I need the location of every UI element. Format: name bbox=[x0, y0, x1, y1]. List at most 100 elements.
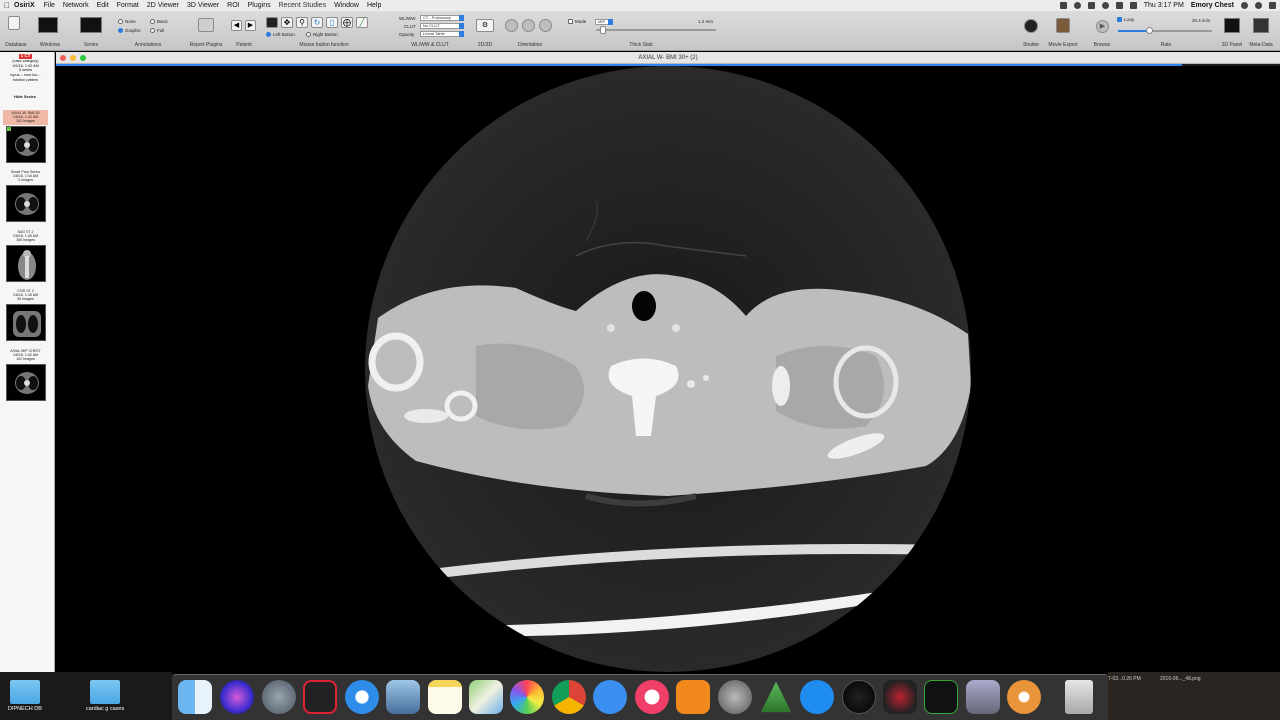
maps-icon[interactable] bbox=[469, 680, 503, 714]
meta-data-icon[interactable] bbox=[1253, 18, 1269, 33]
gear-icon[interactable]: ⚙ bbox=[476, 19, 494, 32]
annotation-full-radio[interactable]: Full bbox=[150, 28, 164, 34]
siri-icon[interactable] bbox=[220, 680, 254, 714]
trash-icon[interactable] bbox=[1065, 680, 1093, 714]
notes-icon[interactable] bbox=[428, 680, 462, 714]
series-item-axial[interactable]: AXIAL W- BMI 30 1/6/16, 1:42 AM 202 Imag… bbox=[3, 110, 48, 163]
move-tool-icon[interactable]: ✥ bbox=[281, 17, 293, 28]
minimize-window-icon[interactable] bbox=[70, 55, 76, 61]
desktop-folder-cardiac[interactable]: cardiac g cases bbox=[86, 680, 124, 712]
loop-checkbox[interactable]: Loop bbox=[1117, 17, 1134, 23]
clut-select[interactable]: No CLUT bbox=[420, 23, 464, 29]
apple-menu-icon[interactable]:  bbox=[0, 1, 14, 10]
menu-help[interactable]: Help bbox=[367, 2, 381, 9]
bluetooth-icon[interactable] bbox=[1087, 2, 1095, 9]
preview-icon[interactable] bbox=[386, 680, 420, 714]
image-capture-icon[interactable] bbox=[966, 680, 1000, 714]
menu-edit[interactable]: Edit bbox=[97, 2, 109, 9]
menu-3d-viewer[interactable]: 3D Viewer bbox=[187, 2, 219, 9]
desktop-folder-dipnech[interactable]: DIPNECH DB bbox=[8, 680, 42, 712]
finder-icon[interactable] bbox=[178, 680, 212, 714]
flower-app-icon[interactable] bbox=[1007, 680, 1041, 714]
app-store-icon[interactable] bbox=[800, 680, 834, 714]
menu-2d-viewer[interactable]: 2D Viewer bbox=[147, 2, 179, 9]
coronal-orientation-icon[interactable] bbox=[522, 19, 535, 32]
mode-checkbox-icon[interactable] bbox=[568, 19, 573, 25]
left-button-radio[interactable]: Left Button bbox=[266, 32, 295, 38]
battery-icon[interactable] bbox=[1129, 2, 1137, 9]
launchpad-icon[interactable] bbox=[262, 680, 296, 714]
menu-recent-studies[interactable]: Recent Studies bbox=[279, 2, 326, 9]
annotation-graphic-radio[interactable]: Graphic bbox=[118, 28, 141, 34]
sagittal-orientation-icon[interactable] bbox=[539, 19, 552, 32]
menu-roi[interactable]: ROI bbox=[227, 2, 239, 9]
series-item-sag[interactable]: SAG ST 2 1/6/16, 1:45 AM 165 Images bbox=[3, 229, 48, 282]
ct-axial-image[interactable] bbox=[56, 66, 1280, 672]
report-plugins-icon[interactable] bbox=[198, 18, 214, 32]
rate-slider[interactable] bbox=[1118, 27, 1212, 34]
rate-slider-knob[interactable] bbox=[1146, 27, 1153, 34]
axial-orientation-icon[interactable] bbox=[505, 19, 518, 32]
chrome-icon[interactable] bbox=[552, 680, 586, 714]
opacity-select[interactable]: Linear Table bbox=[420, 31, 464, 37]
thick-slab-slider[interactable] bbox=[596, 26, 716, 34]
time-machine-icon[interactable] bbox=[1073, 2, 1081, 9]
spotlight-icon[interactable] bbox=[1241, 2, 1248, 9]
right-button-radio[interactable]: Right Button bbox=[306, 32, 338, 38]
menu-app-name[interactable]: OsiriX bbox=[14, 2, 35, 9]
database-icon[interactable] bbox=[8, 16, 20, 30]
system-preferences-icon[interactable] bbox=[718, 680, 752, 714]
series-icon[interactable] bbox=[80, 17, 102, 33]
play-icon[interactable]: ▶ bbox=[1096, 20, 1109, 33]
siri-menu-icon[interactable] bbox=[1255, 2, 1262, 9]
menu-network[interactable]: Network bbox=[63, 2, 89, 9]
wifi-icon[interactable] bbox=[1101, 2, 1109, 9]
photos-icon[interactable] bbox=[510, 680, 544, 714]
mode-select[interactable]: MIP bbox=[595, 19, 613, 25]
3d-panel-icon[interactable] bbox=[1224, 18, 1240, 33]
desktop-file-screenshot[interactable]: 7-03...0.26 PM bbox=[1108, 676, 1141, 682]
thick-slab-slider-knob[interactable] bbox=[600, 26, 606, 34]
zoom-window-icon[interactable] bbox=[80, 55, 86, 61]
safari-icon[interactable] bbox=[345, 680, 379, 714]
prev-patient-icon[interactable]: ◀ bbox=[231, 20, 242, 31]
osirix-icon[interactable] bbox=[883, 680, 917, 714]
series-item-smart-prep[interactable]: Smart Prep Series 1/6/16, 1:44 AM 2 Imag… bbox=[3, 169, 48, 222]
annotation-none-radio[interactable]: None bbox=[118, 19, 136, 25]
volume-icon[interactable] bbox=[1115, 2, 1123, 9]
itunes-icon[interactable] bbox=[635, 680, 669, 714]
notification-center-icon[interactable] bbox=[1269, 2, 1276, 9]
menu-plugins[interactable]: Plugins bbox=[248, 2, 271, 9]
shutter-icon[interactable] bbox=[1024, 19, 1038, 33]
menu-window[interactable]: Window bbox=[334, 2, 359, 9]
photo-booth-icon[interactable] bbox=[303, 680, 337, 714]
ibooks-icon[interactable] bbox=[676, 680, 710, 714]
hide-series-button[interactable]: Hide Series bbox=[0, 94, 50, 99]
image-viewer[interactable]: AXIAL W- BMI 30+ (2) bbox=[56, 52, 1280, 672]
activity-monitor-icon[interactable] bbox=[924, 680, 958, 714]
menu-clock[interactable]: Thu 3:17 PM bbox=[1144, 2, 1184, 9]
menu-format[interactable]: Format bbox=[117, 2, 139, 9]
movie-export-icon[interactable] bbox=[1056, 18, 1070, 33]
series-item-cor[interactable]: COR ST 2 1/6/16, 1:45 AM 95 Images bbox=[3, 288, 48, 341]
zoom-tool-icon[interactable]: ⚲ bbox=[296, 17, 308, 28]
annotation-basic-radio[interactable]: Basic bbox=[150, 19, 168, 25]
scroll-tool-icon[interactable]: ▯ bbox=[326, 17, 338, 28]
next-patient-icon[interactable]: ▶ bbox=[245, 20, 256, 31]
series-item-axial-mip[interactable]: AXIAL MIP CHEST 1/6/16, 1:42 AM 102 Imag… bbox=[3, 348, 48, 401]
menu-user[interactable]: Emory Chest bbox=[1191, 2, 1234, 9]
study-header[interactable]: 1 CT (case category) 1/6/16, 1:42 AM 5 s… bbox=[2, 53, 49, 83]
measure-tool-icon[interactable]: ╱ bbox=[356, 17, 368, 28]
menu-file[interactable]: File bbox=[44, 2, 55, 9]
window-level-tool-icon[interactable] bbox=[266, 17, 278, 28]
pyramid-app-icon[interactable] bbox=[760, 681, 792, 713]
crosshair-tool-icon[interactable]: ⨁ bbox=[341, 17, 353, 28]
rotate-tool-icon[interactable]: ↻ bbox=[311, 17, 323, 28]
messages-icon[interactable] bbox=[593, 680, 627, 714]
close-window-icon[interactable] bbox=[60, 55, 66, 61]
dashboard-icon[interactable] bbox=[842, 680, 876, 714]
windows-icon[interactable] bbox=[38, 17, 58, 33]
wlww-select[interactable]: CT - Pulmonary bbox=[420, 15, 464, 21]
desktop-file-png[interactable]: 2016-06..._48.png bbox=[1160, 676, 1201, 682]
status-app-icon[interactable] bbox=[1059, 2, 1067, 9]
